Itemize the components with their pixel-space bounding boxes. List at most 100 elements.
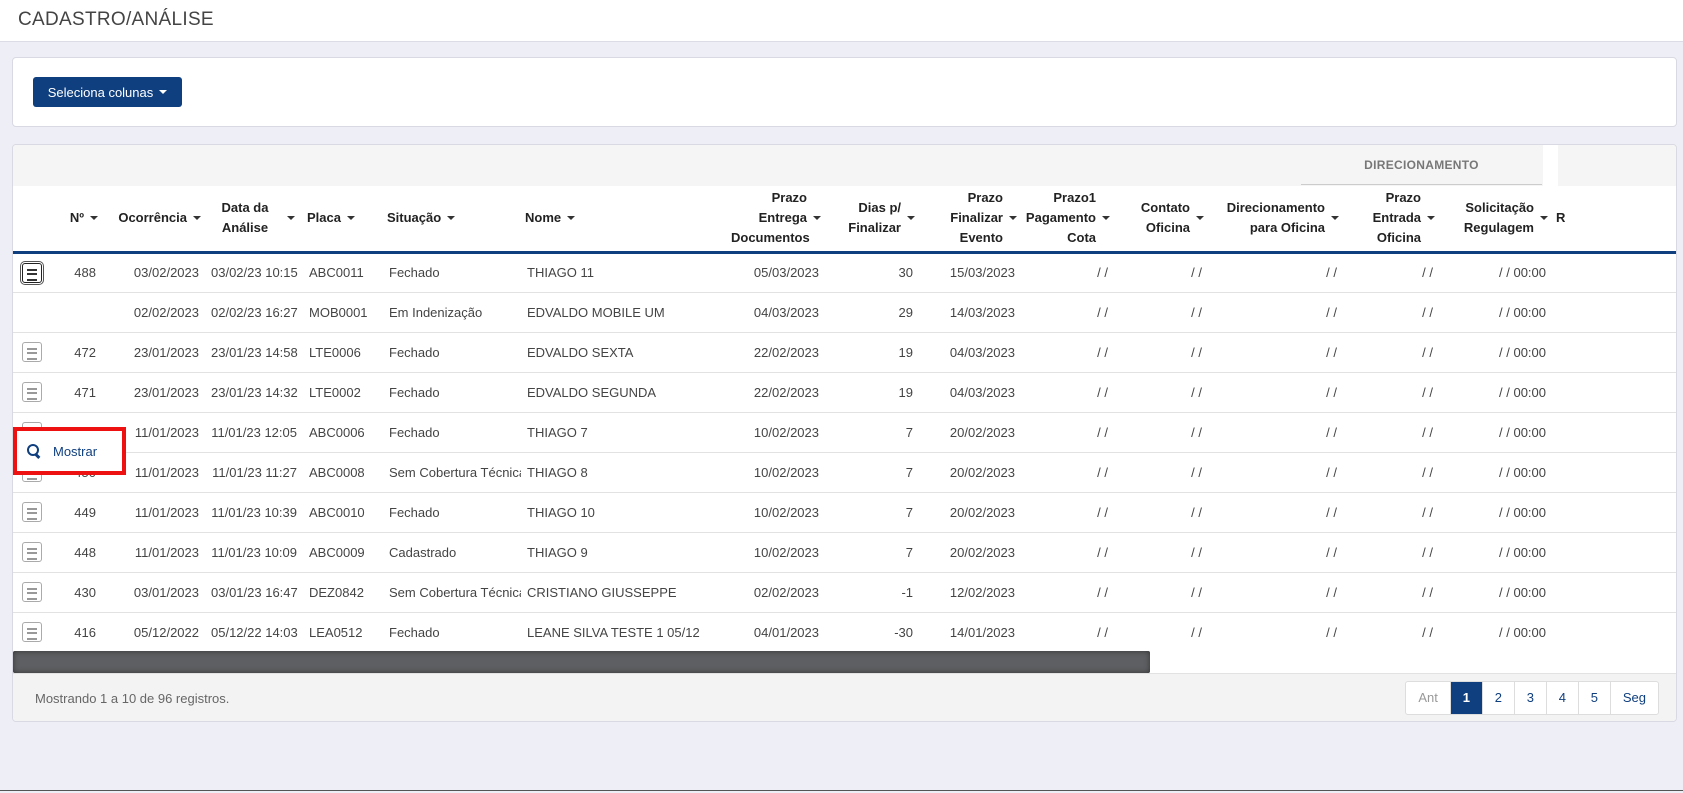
sort-caret-icon	[287, 216, 295, 221]
row-menu-icon[interactable]	[21, 622, 42, 642]
cell-prazo1-pagamento: / /	[1021, 412, 1114, 453]
cell-placa: ABC0008	[303, 452, 383, 493]
cell-prazo1-pagamento: / /	[1021, 492, 1114, 533]
cell-prazo1-pagamento: / /	[1021, 332, 1114, 373]
pagination-prev[interactable]: Ant	[1406, 682, 1450, 714]
cell-prazo1-pagamento: / /	[1021, 452, 1114, 493]
table-row: 471 23/01/2023 23/01/23 14:32 LTE0002 Fechad…	[13, 372, 1676, 413]
sort-caret-icon	[1009, 216, 1017, 221]
row-menu-icon[interactable]	[21, 502, 42, 522]
cell-dias-finalizar: 7	[825, 412, 919, 453]
sort-caret-icon	[1102, 216, 1110, 221]
cell-solicitacao: / / 00:00	[1439, 492, 1552, 533]
row-menu-icon[interactable]	[21, 342, 42, 362]
cell-solicitacao: / / 00:00	[1439, 572, 1552, 613]
cell-contato-oficina: / /	[1114, 252, 1208, 293]
col-header-num[interactable]: Nº	[50, 186, 102, 254]
col-header-direcionamento[interactable]: Direcionamento para Oficina	[1208, 186, 1343, 254]
cell-nome: THIAGO 10	[521, 492, 721, 533]
pagination-page-3[interactable]: 3	[1513, 682, 1546, 714]
row-menu-icon[interactable]	[21, 542, 42, 562]
cell-data-analise: 02/02/23 16:27	[205, 292, 303, 333]
cell-direcionamento: / /	[1208, 332, 1343, 373]
col-actions	[13, 186, 50, 254]
page-title: CADASTRO/ANÁLISE	[18, 9, 214, 30]
pagination: Ant 1 2 3 4 5 Seg	[1405, 681, 1659, 715]
cell-placa: LTE0006	[303, 332, 383, 373]
cell-contato-oficina: / /	[1114, 452, 1208, 493]
cell-dias-finalizar: 7	[825, 492, 919, 533]
cell-prazo-entrada: / /	[1343, 372, 1439, 413]
cell-prazo-entrega: 04/03/2023	[721, 292, 825, 333]
table-row: 448 11/01/2023 11/01/23 10:09 ABC0009 Cadast…	[13, 532, 1676, 573]
col-header-solicitacao[interactable]: Solicitação Regulagem	[1439, 186, 1552, 254]
cell-situacao: Sem Cobertura Técnica	[383, 572, 521, 613]
cell-prazo-finalizar: 04/03/2023	[919, 332, 1021, 373]
col-header-dias-finalizar[interactable]: Dias p/ Finalizar	[825, 186, 919, 254]
cell-data-analise: 05/12/22 14:03	[205, 612, 303, 653]
col-header-prazo-entrada[interactable]: Prazo Entrada Oficina	[1343, 186, 1439, 254]
cell-prazo1-pagamento: / /	[1021, 252, 1114, 293]
table-row: 45011/01/202311/01/23 11:27ABC0008Sem Co…	[13, 452, 1676, 493]
cell-dias-finalizar: 7	[825, 532, 919, 573]
cell-prazo-finalizar: 20/02/2023	[919, 452, 1021, 493]
cell-direcionamento: / /	[1208, 372, 1343, 413]
cell-direcionamento: / /	[1208, 572, 1343, 613]
cell-prazo-entrada: / /	[1343, 412, 1439, 453]
cell-dias-finalizar: 30	[825, 252, 919, 293]
row-menu-icon[interactable]	[21, 382, 42, 402]
select-columns-button[interactable]: Seleciona colunas	[33, 77, 182, 107]
search-icon	[27, 444, 41, 458]
col-header-data-analise[interactable]: Data da Análise	[205, 186, 303, 254]
col-header-contato-oficina[interactable]: Contato Oficina	[1114, 186, 1208, 254]
pagination-page-2[interactable]: 2	[1481, 682, 1514, 714]
col-header-prazo-entrega[interactable]: Prazo Entrega Documentos	[721, 186, 825, 254]
cell-nome: THIAGO 8	[521, 452, 721, 493]
cell-prazo1-pagamento: / /	[1021, 372, 1114, 413]
row-action-menu[interactable]: Mostrar	[13, 427, 126, 475]
cell-situacao: Fechado	[383, 332, 521, 373]
col-header-ocorrencia[interactable]: Ocorrência	[102, 186, 205, 254]
cell-prazo-entrega: 02/02/2023	[721, 572, 825, 613]
col-header-partial[interactable]: R	[1552, 186, 1676, 254]
pagination-page-4[interactable]: 4	[1545, 682, 1578, 714]
cell-placa: DEZ0842	[303, 572, 383, 613]
cell-placa: LTE0002	[303, 372, 383, 413]
table-panel: DIRECIONAMENTO Nº Ocorrência Data da Aná…	[12, 144, 1677, 722]
sort-caret-icon	[346, 216, 355, 221]
col-header-prazo1-pagamento[interactable]: Prazo1 Pagamento Cota	[1021, 186, 1114, 254]
cell-contato-oficina: / /	[1114, 492, 1208, 533]
cell-contato-oficina: / /	[1114, 372, 1208, 413]
cell-num: 430	[50, 572, 102, 613]
cell-direcionamento: / /	[1208, 452, 1343, 493]
cell-contato-oficina: / /	[1114, 572, 1208, 613]
cell-contato-oficina: / /	[1114, 292, 1208, 333]
sort-caret-icon	[907, 216, 915, 221]
pagination-next[interactable]: Seg	[1609, 682, 1658, 714]
scrollbar-thumb[interactable]	[13, 651, 1150, 673]
cell-data-analise: 11/01/23 12:05	[205, 412, 303, 453]
cell-direcionamento: / /	[1208, 492, 1343, 533]
sort-caret-icon	[193, 216, 201, 221]
pagination-page-5[interactable]: 5	[1577, 682, 1610, 714]
col-header-nome[interactable]: Nome	[521, 186, 721, 254]
col-header-prazo-finalizar[interactable]: Prazo Finalizar Evento	[919, 186, 1021, 254]
row-menu-icon[interactable]	[21, 262, 42, 283]
caret-down-icon	[159, 90, 168, 94]
table-row: 02/02/2023 02/02/23 16:27 MOB0001 Em Indeni…	[13, 292, 1676, 333]
sort-caret-icon	[1196, 216, 1204, 221]
cell-num: 449	[50, 492, 102, 533]
cell-ocorrencia: 03/02/2023	[102, 252, 205, 293]
show-menu-item[interactable]: Mostrar	[53, 444, 97, 459]
cell-situacao: Em Indenização	[383, 292, 521, 333]
cell-prazo-entrega: 04/01/2023	[721, 612, 825, 653]
col-header-placa[interactable]: Placa	[303, 186, 383, 254]
col-header-situacao[interactable]: Situação	[383, 186, 521, 254]
page-header: CADASTRO/ANÁLISE	[0, 0, 1683, 42]
table-body: 488 03/02/2023 03/02/23 10:15 ABC0011 Fechad…	[13, 252, 1676, 653]
cell-prazo-finalizar: 15/03/2023	[919, 252, 1021, 293]
row-menu-icon[interactable]	[21, 582, 42, 602]
cell-prazo-finalizar: 20/02/2023	[919, 412, 1021, 453]
cell-solicitacao: / / 00:00	[1439, 372, 1552, 413]
pagination-page-1[interactable]: 1	[1449, 682, 1482, 714]
